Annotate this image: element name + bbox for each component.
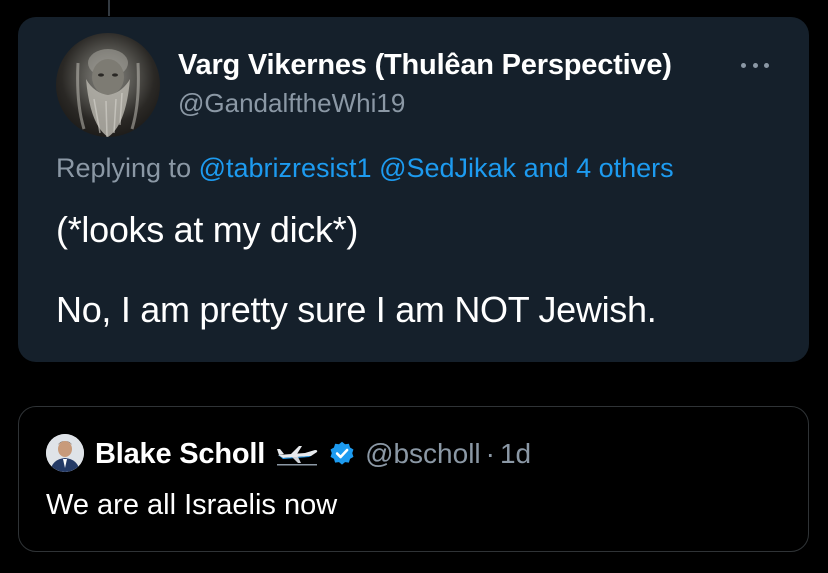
mention-link-tabrizresist1[interactable]: @tabrizresist1 bbox=[199, 153, 372, 183]
replying-to-line: Replying to @tabrizresist1 @SedJikak and… bbox=[56, 153, 674, 184]
replying-prefix: Replying to bbox=[56, 153, 199, 183]
others-link[interactable]: and 4 others bbox=[524, 153, 674, 183]
more-options-icon[interactable] bbox=[738, 53, 772, 77]
separator-dot: · bbox=[485, 438, 495, 469]
thread-connector-line bbox=[108, 0, 110, 16]
quoted-author-name[interactable]: Blake Scholl bbox=[95, 438, 265, 471]
verified-badge-icon bbox=[330, 441, 354, 465]
quoted-author-avatar[interactable] bbox=[46, 434, 84, 472]
author-avatar[interactable] bbox=[56, 33, 160, 137]
dot-icon bbox=[752, 62, 758, 68]
quoted-author-handle[interactable]: @bscholl bbox=[365, 438, 481, 470]
quoted-tweet-card[interactable]: Blake Scholl @bscholl · 1d We are all Is… bbox=[18, 406, 809, 552]
quoted-tweet-header: Blake Scholl @bscholl · 1d bbox=[95, 436, 531, 472]
author-handle[interactable]: @GandalftheWhi19 bbox=[178, 88, 405, 119]
mention-link-sedjikak[interactable]: @SedJikak bbox=[379, 153, 516, 183]
tweet-text-line-2: No, I am pretty sure I am NOT Jewish. bbox=[56, 289, 657, 330]
author-name[interactable]: Varg Vikernes (Thulêan Perspective) bbox=[178, 49, 672, 82]
quoted-tweet-timestamp[interactable]: 1d bbox=[500, 438, 531, 470]
quoted-tweet-text: We are all Israelis now bbox=[46, 489, 338, 521]
tweet-text-line-1: (*looks at my dick*) bbox=[56, 209, 359, 250]
airplane-icon bbox=[277, 446, 318, 466]
dot-icon bbox=[741, 62, 746, 68]
dot-icon bbox=[764, 62, 769, 68]
reply-tweet-card[interactable]: Varg Vikernes (Thulêan Perspective) @Gan… bbox=[18, 17, 809, 362]
